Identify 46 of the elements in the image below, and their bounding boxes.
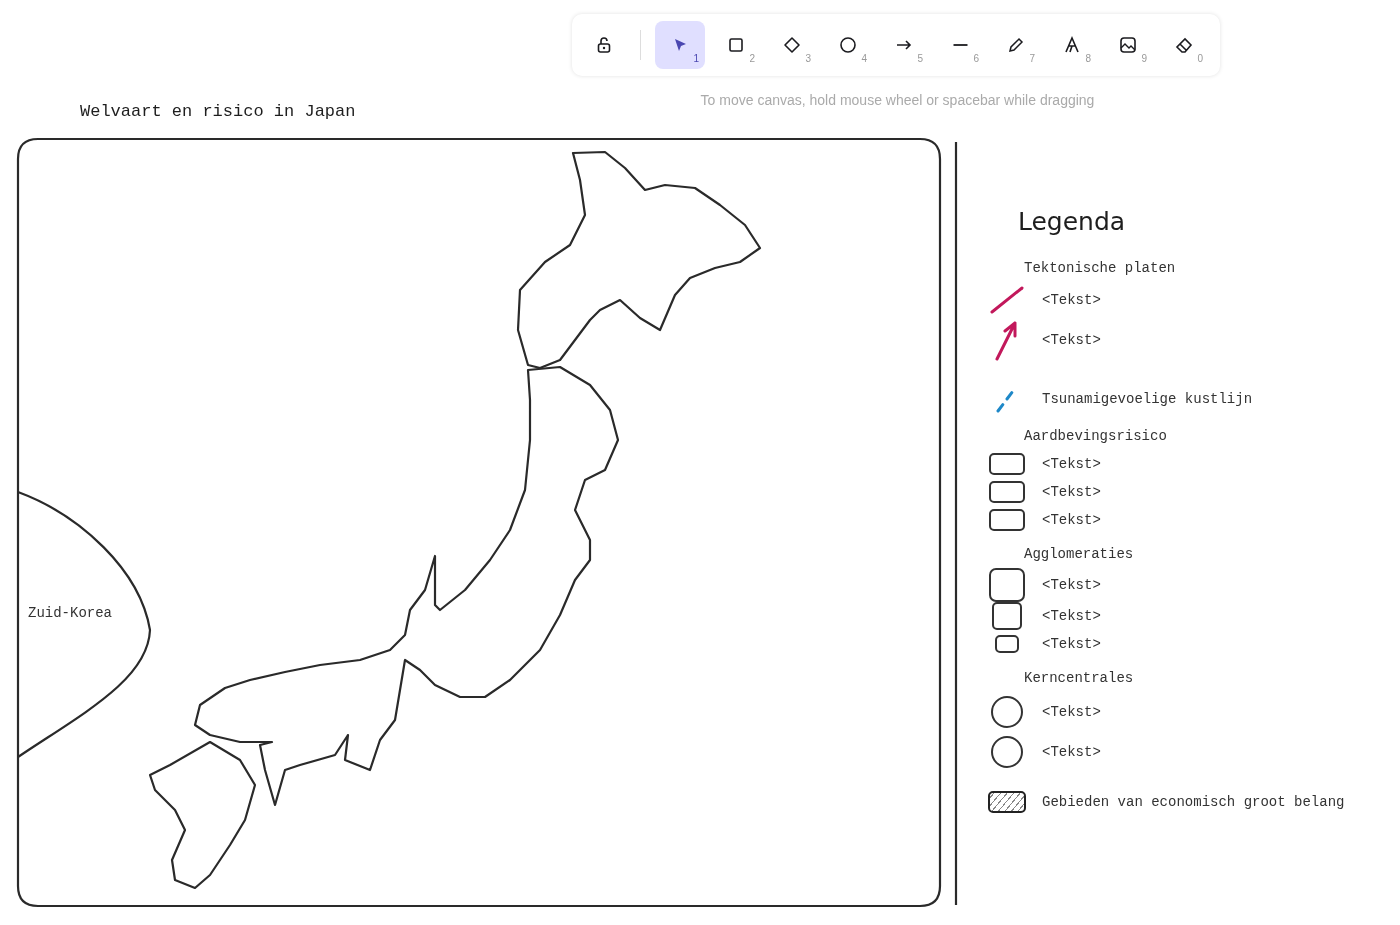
legend-heading: Kerncentrales	[1024, 670, 1135, 686]
circle-symbol	[991, 696, 1023, 728]
legend-label: <Tekst>	[1042, 292, 1101, 308]
legend-label: <Tekst>	[1042, 744, 1101, 760]
diamond-icon	[782, 35, 802, 55]
legend-title: Legenda	[1018, 207, 1127, 236]
map-label: Zuid-Korea	[28, 605, 112, 621]
circle-icon	[838, 35, 858, 55]
rectangle-symbol	[989, 453, 1025, 475]
line-icon	[952, 44, 968, 46]
rectangle-icon	[726, 35, 746, 55]
legend-label: <Tekst>	[1042, 608, 1101, 624]
tool-button[interactable]: 8	[1047, 21, 1097, 69]
legend-label: <Tekst>	[1042, 484, 1101, 500]
tool-button[interactable]: 2	[711, 21, 761, 69]
legend-label: <Tekst>	[1042, 636, 1101, 652]
tool-button[interactable]: 4	[823, 21, 873, 69]
tool-button[interactable]: 6	[935, 21, 985, 69]
tool-button[interactable]: 7	[991, 21, 1041, 69]
legend-label: <Tekst>	[1042, 456, 1101, 472]
legend-label: Gebieden van economisch groot belang	[1042, 794, 1345, 810]
legend-heading: Aardbevingsrisico	[1024, 428, 1168, 444]
hint-text: To move canvas, hold mouse wheel or spacebar while dragging	[699, 92, 1096, 108]
eraser-icon	[1174, 35, 1194, 55]
rectangle-symbol	[989, 568, 1025, 602]
rectangle-symbol	[989, 509, 1025, 531]
pencil-icon	[1006, 35, 1026, 55]
image-icon	[1118, 35, 1138, 55]
legend-label: <Tekst>	[1042, 577, 1101, 593]
hatched-area-symbol	[988, 791, 1026, 813]
legend-label: <Tekst>	[1042, 512, 1101, 528]
tool-button[interactable]: 5	[879, 21, 929, 69]
tool-button[interactable]: 0	[1159, 21, 1209, 69]
tool-button[interactable]: 3	[767, 21, 817, 69]
legend-heading: Tektonische platen	[1024, 260, 1177, 276]
tool-button[interactable]: 1	[655, 21, 705, 69]
rectangle-symbol	[992, 602, 1022, 630]
legend-heading: Agglomeraties	[1024, 546, 1135, 562]
legend-label: <Tekst>	[1042, 704, 1101, 720]
legend-label: <Tekst>	[1042, 332, 1101, 348]
tool-button[interactable]: 9	[1103, 21, 1153, 69]
legend-label: Tsunamigevoelige kustlijn	[1042, 391, 1253, 407]
rectangle-symbol	[989, 481, 1025, 503]
circle-symbol	[991, 736, 1023, 768]
text-icon	[1062, 35, 1082, 55]
canvas-title: Welvaart en risico in Japan	[80, 102, 356, 121]
